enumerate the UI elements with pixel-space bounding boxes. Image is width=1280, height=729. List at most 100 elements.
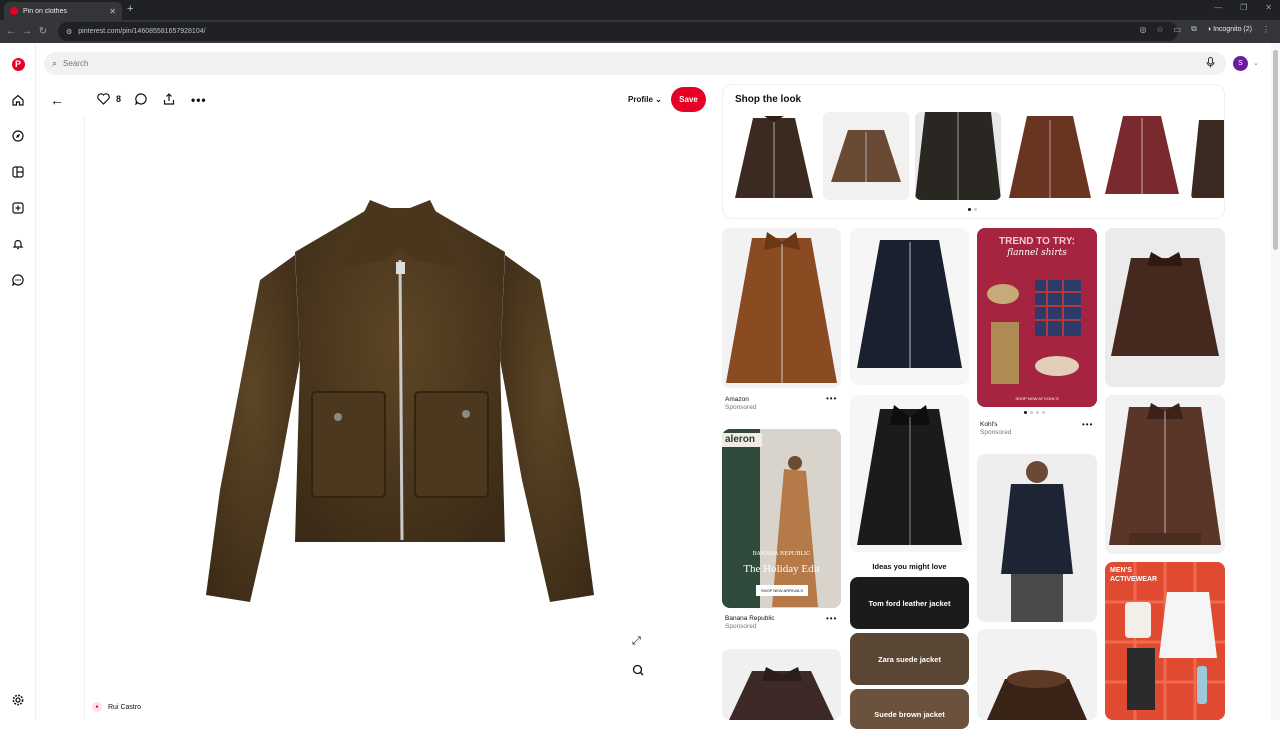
comment-icon[interactable] (135, 93, 147, 105)
eye-off-icon[interactable]: ◎ (1139, 25, 1146, 34)
grid-pin-navy-jacket[interactable] (850, 228, 969, 385)
sponsored-label: Sponsored (725, 404, 757, 411)
more-options-icon[interactable]: ••• (1082, 420, 1093, 429)
shop-item-4[interactable] (1007, 112, 1093, 200)
banana-headline: The Holiday Edit (743, 563, 820, 575)
tab-title: Pin on clothes (23, 7, 67, 15)
notifications-bell-icon[interactable] (11, 237, 25, 251)
pin-meta-amazon: Amazon Sponsored (725, 396, 756, 412)
bookmark-star-icon[interactable]: ☆ (1156, 25, 1163, 34)
boards-icon[interactable] (11, 165, 25, 179)
chevron-down-icon: ⌄ (652, 95, 662, 104)
extensions-icon[interactable]: ⧉ (1191, 24, 1197, 34)
like-button[interactable]: 8 (97, 93, 121, 105)
close-tab-icon[interactable]: ✕ (109, 7, 116, 16)
url-text: pinterest.com/pin/146085581657928104/ (78, 28, 206, 35)
shop-item-3[interactable] (915, 112, 1001, 200)
microphone-icon[interactable] (1206, 57, 1215, 71)
browser-tab[interactable]: Pin on clothes ✕ (4, 2, 122, 20)
pin-source: Amazon (725, 396, 749, 403)
pin-meta-kohls: Kohl's Sponsored (980, 421, 1011, 437)
more-options-icon[interactable]: ••• (826, 394, 837, 403)
kohls-script: flannel shirts (1007, 248, 1067, 258)
pin-image-suede-jacket[interactable] (200, 190, 600, 610)
pinterest-logo-icon[interactable]: P (11, 57, 25, 71)
grid-pin-shearling-jacket[interactable] (977, 629, 1097, 720)
pin-author[interactable]: ● Rui Castro (92, 702, 141, 712)
sponsored-label: Sponsored (725, 623, 757, 630)
kohls-carousel-dots (1024, 411, 1045, 414)
new-tab-icon[interactable]: + (127, 3, 133, 15)
ideas-title: Ideas you might love (872, 562, 947, 571)
expand-icon[interactable]: ⤢ (632, 635, 641, 648)
grid-pin-brown-harrington[interactable] (1105, 395, 1225, 554)
banana-brand: BANANA REPUBLIC (752, 551, 811, 557)
more-options-icon[interactable]: ••• (191, 93, 207, 107)
shop-new-arrivals-button[interactable]: SHOP NEW ARRIVALS (756, 585, 808, 596)
pin-source: Kohl's (980, 421, 998, 428)
profile-dropdown[interactable]: Profile ⌄ (628, 95, 662, 104)
visual-search-lens-icon[interactable] (632, 664, 644, 679)
create-plus-icon[interactable] (11, 201, 25, 215)
home-icon[interactable] (11, 93, 25, 107)
pin-source: Banana Republic (725, 615, 775, 622)
share-icon[interactable] (163, 93, 175, 105)
explore-compass-icon[interactable] (11, 129, 25, 143)
like-count: 8 (116, 94, 122, 104)
save-button[interactable]: Save (671, 87, 706, 112)
address-bar[interactable]: ⚙ pinterest.com/pin/146085581657928104/ (58, 22, 1178, 41)
more-options-icon[interactable]: ••• (826, 614, 837, 623)
grid-pin-banana-republic-ad[interactable] (722, 429, 841, 608)
storefront-sign: aleron (725, 434, 756, 445)
account-chevron-down-icon[interactable]: ⌄ (1253, 59, 1259, 67)
messages-icon[interactable] (11, 273, 25, 287)
activewear-line1: MEN'S (1110, 567, 1132, 574)
maximize-icon[interactable]: ❐ (1240, 3, 1247, 12)
minimize-icon[interactable]: — (1214, 3, 1222, 12)
idea-suede-brown-jacket[interactable]: Suede brown jacket (850, 689, 969, 729)
profile-label: Profile (628, 95, 653, 104)
pinterest-favicon-icon (10, 7, 18, 15)
site-info-icon[interactable]: ⚙ (66, 28, 72, 36)
sponsored-label: Sponsored (980, 429, 1012, 436)
grid-pin-brown-bomber[interactable] (1105, 228, 1225, 387)
menu-icon[interactable]: ⋮ (1262, 25, 1270, 34)
grid-pin-black-leather-jacket[interactable] (850, 395, 969, 552)
search-input[interactable]: ⌕ Search (44, 52, 1226, 75)
scrollbar-thumb[interactable] (1273, 50, 1278, 250)
shop-item-5[interactable] (1099, 112, 1185, 200)
author-avatar: ● (92, 702, 102, 712)
back-arrow-icon[interactable]: ← (50, 92, 64, 108)
forward-nav-icon[interactable]: → (19, 26, 35, 37)
grid-pin-amazon-jacket[interactable] (722, 228, 841, 388)
shop-item-6[interactable] (1191, 112, 1224, 200)
avatar[interactable]: S (1233, 56, 1248, 71)
idea-label: Tom ford leather jacket (868, 598, 951, 608)
kohls-headline: TREND TO TRY: (999, 236, 1075, 247)
browser-toolbar: ← → ↻ ⚙ pinterest.com/pin/14608558165792… (0, 20, 1280, 43)
back-nav-icon[interactable]: ← (3, 26, 19, 37)
pin-divider (84, 115, 85, 720)
carousel-dots (968, 208, 977, 211)
settings-gear-icon[interactable] (11, 693, 25, 707)
incognito-badge[interactable]: ◑ Incognito (2) (1207, 26, 1252, 33)
idea-label: Suede brown jacket (874, 710, 945, 719)
reload-icon[interactable]: ↻ (35, 26, 51, 37)
shop-the-look-title: Shop the look (735, 94, 802, 105)
grid-pin-mens-activewear[interactable] (1105, 562, 1225, 720)
idea-zara-suede-jacket[interactable]: Zara suede jacket (850, 633, 969, 685)
activewear-line2: ACTIVEWEAR (1110, 576, 1158, 583)
author-name: Rui Castro (108, 703, 142, 711)
close-window-icon[interactable]: ✕ (1265, 3, 1272, 12)
grid-pin-man-navy-jacket[interactable] (977, 454, 1097, 622)
kohls-cta[interactable]: SHOP NOW AT KOHL'S (977, 396, 1097, 401)
heart-icon (97, 93, 110, 105)
cast-icon[interactable]: ▭ (1174, 25, 1182, 34)
shop-item-1[interactable] (731, 112, 817, 200)
shop-item-2[interactable] (823, 112, 909, 200)
search-icon: ⌕ (52, 58, 58, 68)
left-nav-rail: P (0, 43, 36, 720)
idea-tom-ford-leather-jacket[interactable]: Tom ford leather jacket (850, 577, 969, 629)
grid-pin-leather-jacket-dark[interactable] (722, 649, 841, 720)
pin-meta-banana: Banana Republic Sponsored (725, 615, 775, 631)
